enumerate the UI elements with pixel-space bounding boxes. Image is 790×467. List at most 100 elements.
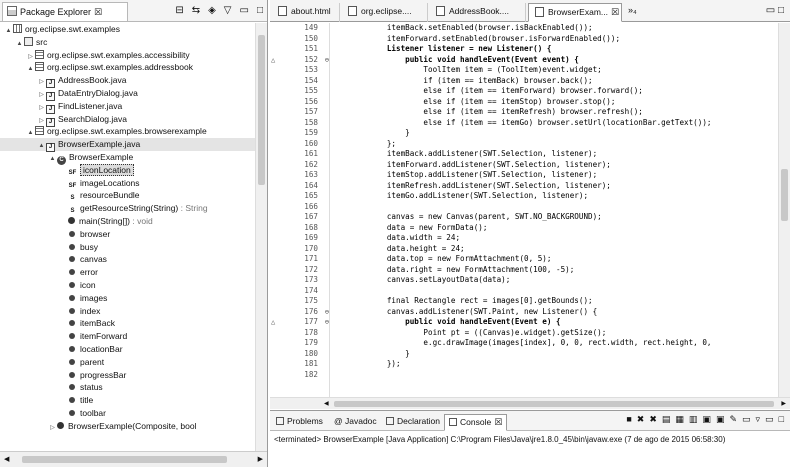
code-line[interactable]: canvas.setLayoutData(data); — [332, 275, 778, 286]
word-wrap-icon[interactable]: ▥ — [689, 414, 698, 425]
code-line[interactable]: itemStop.addListener(SWT.Selection, list… — [332, 170, 778, 181]
open-console-icon[interactable]: ▿ — [756, 414, 761, 425]
tree-item[interactable]: parent — [0, 356, 255, 369]
package-tree[interactable]: ▲ org.eclipse.swt.examples ▲ src ▷ org.eclips… — [0, 23, 255, 451]
tree-item[interactable]: SgetResourceString(String) : String — [0, 202, 255, 215]
scroll-right-icon[interactable]: ▶ — [781, 400, 786, 407]
minimize-icon[interactable]: ▭ — [765, 414, 774, 425]
fold-icon[interactable]: ⊖ — [325, 317, 329, 328]
editor-tab-addressbook[interactable]: AddressBook.... — [430, 3, 526, 22]
close-icon[interactable]: ☒ — [611, 7, 619, 17]
code-line[interactable]: itemForward.setEnabled(browser.isForward… — [332, 34, 778, 45]
maximize-icon[interactable]: □ — [779, 414, 784, 425]
tree-item[interactable]: error — [0, 266, 255, 279]
editor-tab-browserexample[interactable]: BrowserExam... ☒ — [528, 3, 622, 22]
editor-horizontal-scrollbar[interactable]: ◀ ▶ — [270, 397, 790, 409]
tree-item[interactable]: ▲ J BrowserExample.java — [0, 138, 255, 153]
tree-item[interactable]: SF imageLocations — [0, 177, 255, 190]
tree-item[interactable]: ▲ org.eclipse.swt.examples.addressbook — [0, 61, 255, 74]
code-line[interactable]: ToolItem item = (ToolItem)event.widget; — [332, 65, 778, 76]
scroll-right-icon[interactable]: ▶ — [258, 455, 263, 463]
tree-item[interactable]: ▲ src — [0, 36, 255, 49]
collapse-all-icon[interactable]: ⊟ — [175, 5, 183, 16]
code-line[interactable] — [332, 286, 778, 297]
code-line[interactable]: data.right = new FormAttachment(100, -5)… — [332, 265, 778, 276]
code-line[interactable]: else if (item == itemStop) browser.stop(… — [332, 97, 778, 108]
tree-item[interactable]: ▷ J SearchDialog.java — [0, 113, 255, 127]
terminate-icon[interactable]: ■ — [626, 414, 631, 425]
code-line[interactable]: itemForward.addListener(SWT.Selection, l… — [332, 160, 778, 171]
link-with-editor-icon[interactable]: ⇆ — [192, 5, 200, 16]
package-tree-vertical-scrollbar[interactable] — [255, 23, 267, 451]
code-line[interactable]: data.width = 24; — [332, 233, 778, 244]
editor-vertical-scrollbar[interactable] — [778, 23, 790, 397]
scroll-lock-icon[interactable]: ▤ — [662, 414, 671, 425]
tree-item[interactable]: ▷ org.eclipse.swt.examples.accessibility — [0, 49, 255, 62]
remove-all-icon[interactable]: ✖ — [649, 414, 657, 425]
tab-javadoc[interactable]: @ Javadoc — [330, 414, 381, 431]
tree-item[interactable]: toolbar — [0, 407, 255, 420]
tree-item[interactable]: ▷ J AddressBook.java — [0, 74, 255, 89]
code-line[interactable]: if (item == itemBack) browser.back(); — [332, 76, 778, 87]
tree-item[interactable]: itemForward — [0, 330, 255, 343]
scrollbar-thumb[interactable] — [781, 169, 788, 221]
tree-item[interactable]: ▲ org.eclipse.swt.examples.browserexample — [0, 125, 255, 138]
scroll-left-icon[interactable]: ◀ — [324, 400, 329, 407]
scrollbar-thumb[interactable] — [22, 456, 227, 463]
code-line[interactable]: Listener listener = new Listener() { — [332, 44, 778, 55]
code-line[interactable]: itemBack.addListener(SWT.Selection, list… — [332, 149, 778, 160]
maximize-icon[interactable]: □ — [778, 5, 784, 16]
code-line[interactable]: public void handleEvent(Event event) { — [332, 55, 778, 66]
remove-launch-icon[interactable]: ✖ — [637, 414, 645, 425]
tab-declaration[interactable]: Declaration — [382, 414, 444, 431]
tree-item[interactable]: busy — [0, 241, 255, 254]
tree-item[interactable]: browser — [0, 228, 255, 241]
minimize-icon[interactable]: ▭ — [766, 5, 775, 16]
minimize-icon[interactable]: ▭ — [240, 5, 249, 16]
package-tree-horizontal-scrollbar[interactable]: ◀ ▶ — [0, 451, 267, 467]
view-menu-icon[interactable]: ▽ — [224, 5, 232, 16]
collapsed-arrow-icon[interactable]: ▷ — [48, 422, 57, 435]
code-line[interactable]: else if (item == itemRefresh) browser.re… — [332, 107, 778, 118]
fold-icon[interactable]: ⊖ — [325, 55, 329, 66]
code-line[interactable]: e.gc.drawImage(images[index], 0, 0, rect… — [332, 338, 778, 349]
close-icon[interactable]: ☒ — [494, 417, 502, 427]
code-line[interactable] — [332, 202, 778, 213]
display-console-icon[interactable]: ▭ — [742, 414, 751, 425]
tree-item[interactable]: ▲ org.eclipse.swt.examples — [0, 23, 255, 36]
code-area[interactable]: 149 150 151 △ 152 ⊖ 153 154 155 156 157 158 159 160 16… — [270, 23, 778, 397]
scrollbar-thumb[interactable] — [334, 401, 774, 407]
code-line[interactable]: Point pt = ((Canvas)e.widget).getSize(); — [332, 328, 778, 339]
code-line[interactable]: data.height = 24; — [332, 244, 778, 255]
code-line[interactable]: final Rectangle rect = images[0].getBoun… — [332, 296, 778, 307]
code-line[interactable]: }); — [332, 359, 778, 370]
tree-item[interactable]: locationBar — [0, 343, 255, 356]
editor-tab-org-eclipse[interactable]: org.eclipse.... — [342, 3, 428, 22]
tree-item[interactable]: status — [0, 381, 255, 394]
code-line[interactable]: public void handleEvent(Event e) { — [332, 317, 778, 328]
tree-item[interactable]: main(String[]) : void — [0, 215, 255, 228]
code-line[interactable]: } — [332, 128, 778, 139]
tab-console[interactable]: Console ☒ — [444, 414, 508, 431]
code-line[interactable]: itemRefresh.addListener(SWT.Selection, l… — [332, 181, 778, 192]
scroll-left-icon[interactable]: ◀ — [4, 455, 9, 463]
editor-tab-about-html[interactable]: about.html — [272, 3, 340, 22]
code-text[interactable]: itemBack.setEnabled(browser.isBackEnable… — [332, 23, 778, 397]
code-line[interactable]: canvas = new Canvas(parent, SWT.NO_BACKG… — [332, 212, 778, 223]
fold-icon[interactable]: ⊖ — [325, 307, 329, 318]
tree-item[interactable]: canvas — [0, 253, 255, 266]
code-line[interactable]: canvas.addListener(SWT.Paint, new Listen… — [332, 307, 778, 318]
tree-item[interactable]: ▲ C BrowserExample — [0, 151, 255, 165]
code-line[interactable]: }; — [332, 139, 778, 150]
package-explorer-tab[interactable]: Package Explorer ☒ — [2, 2, 128, 21]
tab-problems[interactable]: Problems — [272, 414, 327, 431]
tree-item[interactable]: ▷ BrowserExample(Composite, bool — [0, 420, 255, 433]
scrollbar-thumb[interactable] — [258, 35, 265, 185]
tree-item[interactable]: SF iconLocation — [0, 163, 255, 177]
clear-console-icon[interactable]: ▦ — [675, 414, 684, 425]
focus-icon[interactable]: ◈ — [208, 5, 216, 16]
tree-item[interactable]: progressBar — [0, 369, 255, 382]
code-line[interactable]: itemBack.setEnabled(browser.isBackEnable… — [332, 23, 778, 34]
show-on-error-icon[interactable]: ▣ — [716, 414, 725, 425]
code-line[interactable]: else if (item == itemForward) browser.fo… — [332, 86, 778, 97]
